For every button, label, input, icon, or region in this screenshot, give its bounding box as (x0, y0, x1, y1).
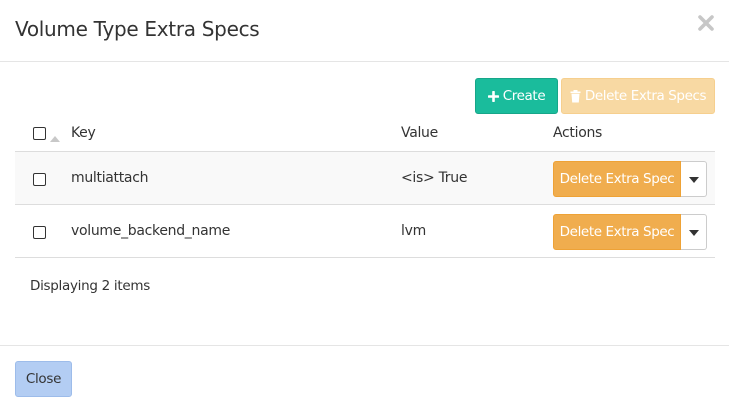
row-value: <is> True (401, 170, 468, 186)
row-key: multiattach (71, 170, 149, 186)
delete-extra-spec-button[interactable]: Delete Extra Spec (553, 214, 681, 250)
column-header-actions: Actions (553, 125, 603, 141)
modal-footer: Close (0, 345, 729, 412)
item-count: Displaying 2 items (30, 278, 150, 294)
row-checkbox[interactable] (33, 226, 46, 239)
select-all-checkbox[interactable] (33, 127, 46, 140)
create-button[interactable]: Create (475, 78, 558, 114)
plus-icon (487, 90, 499, 102)
actions-dropdown-toggle[interactable] (681, 161, 707, 197)
column-header-value[interactable]: Value (401, 125, 438, 141)
row-actions: Delete Extra Spec (553, 161, 707, 197)
table-toolbar: Create Delete Extra Specs (475, 78, 715, 114)
sort-up-icon[interactable] (50, 130, 60, 146)
caret-down-icon (688, 171, 699, 187)
close-icon[interactable] (697, 14, 715, 32)
row-key: volume_backend_name (71, 223, 231, 239)
table-row: volume_backend_name lvm Delete Extra Spe… (15, 205, 715, 258)
modal-title: Volume Type Extra Specs (15, 17, 260, 41)
create-button-label: Create (502, 88, 546, 104)
delete-extra-specs-button[interactable]: Delete Extra Specs (561, 78, 715, 114)
trash-icon (570, 89, 581, 103)
column-header-key[interactable]: Key (71, 125, 96, 141)
caret-down-icon (688, 224, 699, 240)
delete-extra-specs-label: Delete Extra Specs (584, 88, 707, 104)
extra-specs-table: Key Value Actions multiattach <is> True … (15, 114, 715, 258)
row-value: lvm (401, 223, 426, 239)
actions-dropdown-toggle[interactable] (681, 214, 707, 250)
row-checkbox[interactable] (33, 173, 46, 186)
extra-specs-modal: Volume Type Extra Specs Create Delete Ex… (0, 0, 729, 412)
table-row: multiattach <is> True Delete Extra Spec (15, 152, 715, 205)
table-header: Key Value Actions (15, 114, 715, 152)
modal-header: Volume Type Extra Specs (0, 0, 729, 62)
close-button[interactable]: Close (15, 361, 72, 397)
row-actions: Delete Extra Spec (553, 214, 707, 250)
delete-extra-spec-button[interactable]: Delete Extra Spec (553, 161, 681, 197)
